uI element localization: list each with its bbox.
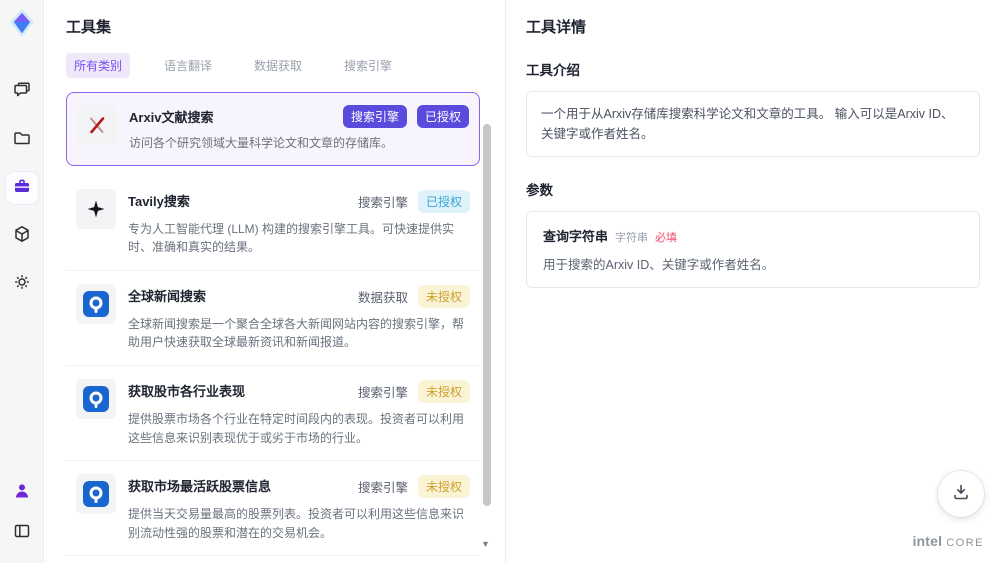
download-icon bbox=[951, 482, 971, 507]
toolset-panel: 工具集 所有类别 语言翻译 数据获取 搜索引擎 Arxiv文献搜索 搜索引擎 已授权 访问各… bbox=[44, 0, 505, 563]
sidebar-item-plugins[interactable] bbox=[6, 220, 38, 252]
tool-name: 全球新闻搜索 bbox=[128, 288, 207, 304]
param-required-badge: 必填 bbox=[655, 232, 678, 244]
sidebar-item-files[interactable] bbox=[6, 124, 38, 156]
tool-description: 全球新闻搜索是一个聚合全球各大新闻网站内容的搜索引擎，帮助用户快速获取全球最新资… bbox=[128, 316, 465, 350]
param-type: 字符串 bbox=[615, 232, 649, 244]
tool-category-badge: 搜索引擎 bbox=[342, 105, 407, 128]
sidebar-item-chat[interactable] bbox=[6, 76, 38, 108]
tool-description: 访问各个研究领域大量科学论文和文章的存储库。 bbox=[129, 136, 394, 150]
blue-search-icon bbox=[76, 378, 116, 419]
intro-text: 一个用于从Arxiv存储库搜索科学论文和文章的工具。 输入可以是Arxiv ID… bbox=[526, 91, 980, 157]
tool-auth-badge: 未授权 bbox=[417, 379, 470, 403]
tool-description: 专为人工智能代理 (LLM) 构建的搜索引擎工具。可快速提供实时、准确和真实的结… bbox=[128, 221, 455, 255]
tab-category-0[interactable]: 所有类别 bbox=[66, 53, 131, 78]
tool-card[interactable]: Arxiv文献搜索 搜索引擎 已授权访问各个研究领域大量科学论文和文章的存储库。 bbox=[66, 92, 480, 166]
param-description: 用于搜索的Arxiv ID、关键字或作者姓名。 bbox=[543, 258, 775, 272]
tab-category-2[interactable]: 数据获取 bbox=[246, 53, 310, 78]
tool-category-badge: 搜索引擎 bbox=[357, 385, 408, 400]
tool-details-panel: 工具详情 工具介绍 一个用于从Arxiv存储库搜索科学论文和文章的工具。 输入可… bbox=[505, 0, 1000, 563]
app-window: 工具集 所有类别 语言翻译 数据获取 搜索引擎 Arxiv文献搜索 搜索引擎 已授权 访问各… bbox=[0, 0, 1000, 563]
briefcase-icon bbox=[12, 176, 32, 201]
user-icon bbox=[12, 481, 32, 506]
params-list: 查询字符串 字符串 必填用于搜索的Arxiv ID、关键字或作者姓名。 bbox=[526, 211, 980, 288]
scrollbar-thumb[interactable] bbox=[483, 124, 491, 506]
tool-name: Arxiv文献搜索 bbox=[129, 110, 214, 125]
tool-description: 提供当天交易量最高的股票列表。投资者可以利用这些信息来识别流动性强的股票和潜在的… bbox=[128, 507, 465, 540]
sidebar-item-settings[interactable] bbox=[6, 268, 38, 300]
param-name: 查询字符串 bbox=[543, 229, 609, 244]
tool-auth-badge: 已授权 bbox=[417, 189, 470, 213]
intel-core-logo: intel core bbox=[912, 533, 984, 549]
tool-category-badge: 搜索引擎 bbox=[357, 481, 408, 496]
tool-auth-badge: 未授权 bbox=[417, 475, 470, 499]
chat-icon bbox=[12, 80, 32, 105]
params-heading: 参数 bbox=[526, 183, 553, 198]
tool-name: 获取股市各行业表现 bbox=[128, 383, 246, 399]
tool-name: Tavily搜索 bbox=[128, 193, 190, 209]
tool-card[interactable]: 获取股市各行业表现 搜索引擎 未授权提供股票市场各个行业在特定时间段内的表现。投资者… bbox=[66, 365, 480, 462]
arxiv-icon bbox=[77, 105, 117, 145]
sidebar-item-collapse[interactable] bbox=[6, 517, 38, 549]
page-title: 工具集 bbox=[66, 19, 112, 36]
tool-description: 提供股票市场各个行业在特定时间段内的表现。投资者可以利用这些信息来识别表现优于或… bbox=[128, 411, 465, 445]
category-tabs: 所有类别 语言翻译 数据获取 搜索引擎 bbox=[66, 53, 505, 78]
tool-auth-badge: 已授权 bbox=[416, 105, 469, 128]
sidebar-item-user[interactable] bbox=[6, 477, 38, 509]
tool-category-badge: 搜索引擎 bbox=[357, 195, 408, 210]
tool-list: Arxiv文献搜索 搜索引擎 已授权 访问各个研究领域大量科学论文和文章的存储库。 Ta… bbox=[66, 92, 480, 563]
param-item: 查询字符串 字符串 必填用于搜索的Arxiv ID、关键字或作者姓名。 bbox=[526, 211, 980, 288]
details-title: 工具详情 bbox=[526, 19, 587, 36]
cube-icon bbox=[12, 224, 32, 249]
tool-auth-badge: 未授权 bbox=[417, 284, 470, 308]
folder-icon bbox=[12, 128, 32, 153]
tool-card[interactable]: 全球新闻搜索 数据获取 未授权全球新闻搜索是一个聚合全球各大新闻网站内容的搜索引擎，… bbox=[66, 270, 480, 366]
scrollbar-track: ▼ bbox=[481, 88, 491, 563]
tab-category-3[interactable]: 搜索引擎 bbox=[336, 53, 400, 78]
tool-card[interactable]: 获取市场最活跃股票信息 搜索引擎 未授权提供当天交易量最高的股票列表。投资者可以利用… bbox=[66, 461, 480, 557]
gear-icon bbox=[12, 272, 32, 297]
panel-toggle-icon bbox=[12, 521, 32, 546]
sidebar-item-toolset[interactable] bbox=[5, 172, 38, 204]
download-button[interactable] bbox=[938, 471, 984, 517]
blue-search-icon bbox=[76, 474, 116, 515]
sidebar-rail bbox=[0, 0, 44, 563]
tool-name: 获取市场最活跃股票信息 bbox=[128, 479, 272, 495]
app-logo-gem-icon bbox=[7, 8, 37, 38]
tool-card[interactable]: Tavily搜索 搜索引擎 已授权专为人工智能代理 (LLM) 构建的搜索引擎工具。… bbox=[66, 175, 480, 271]
tool-card[interactable]: 万维地区新闻查询搜索引擎未授权查询具体行政区划内的新闻，快速了解各地新闻动 bbox=[66, 556, 480, 563]
intro-heading: 工具介绍 bbox=[526, 63, 580, 78]
tab-category-1[interactable]: 语言翻译 bbox=[156, 53, 220, 78]
tool-category-badge: 数据获取 bbox=[357, 290, 408, 305]
scroll-down-arrow-icon[interactable]: ▼ bbox=[481, 539, 490, 549]
blue-search-icon bbox=[76, 283, 116, 324]
tavily-star-icon bbox=[76, 188, 116, 229]
